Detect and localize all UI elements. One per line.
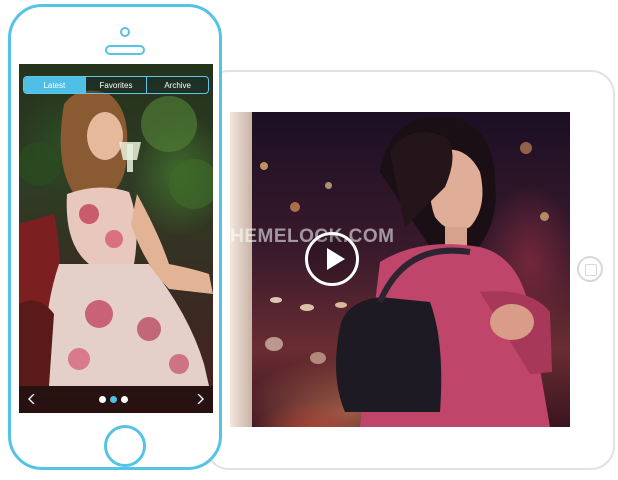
pagination-dot-active[interactable]	[110, 396, 117, 403]
chevron-right-icon[interactable]	[195, 394, 205, 404]
tab-archive[interactable]: Archive	[146, 77, 208, 93]
chevron-left-icon[interactable]	[27, 394, 37, 404]
pagination-dot[interactable]	[99, 396, 106, 403]
phone-screen: Latest Favorites Archive	[19, 64, 213, 413]
tablet-home-button[interactable]	[577, 256, 603, 282]
play-button[interactable]	[305, 232, 359, 286]
watermark-text: THEMELOCK.COM	[218, 226, 395, 247]
speaker-icon	[105, 45, 145, 55]
slider-controls	[19, 386, 213, 413]
tablet-video-preview[interactable]	[230, 112, 570, 427]
camera-icon	[120, 27, 130, 37]
woman-with-bag-photo	[336, 116, 552, 427]
pagination-dots	[99, 396, 128, 403]
tab-latest[interactable]: Latest	[24, 77, 85, 93]
play-icon	[327, 248, 345, 270]
woman-in-dress-photo	[19, 90, 213, 386]
category-tabs: Latest Favorites Archive	[23, 76, 209, 94]
phone-home-button[interactable]	[104, 425, 146, 467]
pagination-dot[interactable]	[121, 396, 128, 403]
tab-favorites[interactable]: Favorites	[84, 77, 147, 93]
person-edge	[230, 112, 252, 427]
